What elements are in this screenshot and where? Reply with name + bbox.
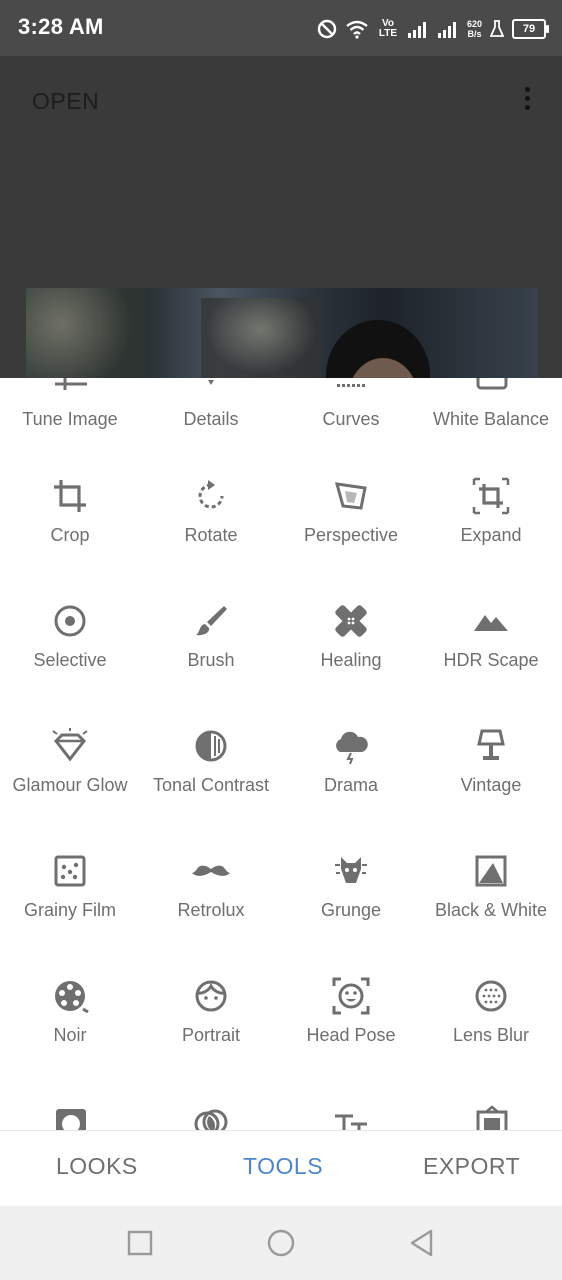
- noir-icon: [50, 976, 90, 1016]
- signal-2-icon: [437, 22, 456, 38]
- tool-head-pose[interactable]: Head Pose: [281, 976, 421, 1046]
- tool-noir[interactable]: Noir: [0, 976, 140, 1046]
- battery-indicator: 79: [512, 19, 549, 39]
- tool-grunge[interactable]: Grunge: [281, 851, 421, 921]
- healing-icon: [331, 601, 371, 641]
- tool-portrait[interactable]: Portrait: [141, 976, 281, 1046]
- tool-expand[interactable]: Expand: [421, 476, 561, 546]
- curves-partial-icon: [337, 384, 365, 387]
- selective-icon: [50, 601, 90, 641]
- head-pose-icon: [331, 976, 371, 1016]
- tool-lens-blur[interactable]: Lens Blur: [421, 976, 561, 1046]
- grunge-icon: [331, 851, 371, 891]
- status-time: 3:28 AM: [18, 14, 104, 39]
- tool-tonal-contrast[interactable]: Tonal Contrast: [141, 726, 281, 796]
- home-icon[interactable]: [264, 1226, 298, 1260]
- volte-label: Vo LTE: [378, 18, 398, 39]
- grainy-film-icon: [50, 851, 90, 891]
- crop-icon: [50, 476, 90, 516]
- portrait-icon: [191, 976, 231, 1016]
- photo-preview: [26, 288, 538, 378]
- status-bar: 3:28 AM Vo LTE 620 B/s 79: [0, 0, 562, 56]
- tool-black-white[interactable]: Black & White: [421, 851, 561, 921]
- tune-partial-icon: [55, 378, 87, 390]
- black-white-icon: [471, 851, 511, 891]
- white-balance-partial-icon: [476, 378, 508, 390]
- tool-rotate[interactable]: Rotate: [141, 476, 281, 546]
- do-not-disturb-icon: [317, 19, 337, 39]
- status-icons: Vo LTE 620 B/s 79: [317, 14, 549, 44]
- network-speed: 620 B/s: [466, 19, 482, 39]
- tool-white-balance[interactable]: White Balance: [421, 408, 561, 430]
- system-navigation-bar: [0, 1206, 562, 1280]
- rotate-icon: [191, 476, 231, 516]
- tool-vintage[interactable]: Vintage: [421, 726, 561, 796]
- wifi-icon: [346, 20, 368, 39]
- tab-tools[interactable]: TOOLS: [243, 1153, 323, 1180]
- tab-export[interactable]: EXPORT: [423, 1153, 520, 1180]
- tool-grainy-film[interactable]: Grainy Film: [0, 851, 140, 921]
- vignette-partial-icon: [56, 1109, 86, 1130]
- tonal-contrast-icon: [191, 726, 231, 766]
- hdr-icon: [471, 601, 511, 641]
- tab-looks[interactable]: LOOKS: [56, 1153, 138, 1180]
- tool-selective[interactable]: Selective: [0, 601, 140, 671]
- frames-partial-icon: [476, 1105, 508, 1130]
- vintage-icon: [471, 726, 511, 766]
- text-partial-icon: [335, 1114, 367, 1130]
- flask-icon: [490, 20, 504, 37]
- tool-tune-image[interactable]: Tune Image: [0, 408, 140, 430]
- expand-icon: [471, 476, 511, 516]
- lens-blur-icon: [471, 976, 511, 1016]
- bottom-tab-bar: LOOKS TOOLS EXPORT: [0, 1130, 562, 1207]
- drama-icon: [331, 726, 371, 766]
- tool-healing[interactable]: Healing: [281, 601, 421, 671]
- tool-curves[interactable]: Curves: [281, 408, 421, 430]
- perspective-icon: [331, 476, 371, 516]
- tool-hdr-scape[interactable]: HDR Scape: [421, 601, 561, 671]
- tool-glamour-glow[interactable]: Glamour Glow: [0, 726, 140, 796]
- signal-icon: [407, 22, 426, 38]
- details-partial-icon: [208, 380, 214, 385]
- retrolux-icon: [191, 851, 231, 891]
- more-options-icon[interactable]: [516, 84, 538, 118]
- tool-details[interactable]: Details: [141, 408, 281, 430]
- tool-brush[interactable]: Brush: [141, 601, 281, 671]
- tool-crop[interactable]: Crop: [0, 476, 140, 546]
- glamour-glow-icon: [50, 726, 90, 766]
- double-exposure-partial-icon: [194, 1109, 228, 1130]
- tools-sheet: Tune Image Details Curves White Balance …: [0, 378, 562, 1130]
- back-icon[interactable]: [405, 1226, 439, 1260]
- tool-perspective[interactable]: Perspective: [281, 476, 421, 546]
- open-button[interactable]: OPEN: [32, 88, 99, 115]
- tool-drama[interactable]: Drama: [281, 726, 421, 796]
- brush-icon: [191, 601, 231, 641]
- recent-apps-icon[interactable]: [123, 1226, 157, 1260]
- tool-retrolux[interactable]: Retrolux: [141, 851, 281, 921]
